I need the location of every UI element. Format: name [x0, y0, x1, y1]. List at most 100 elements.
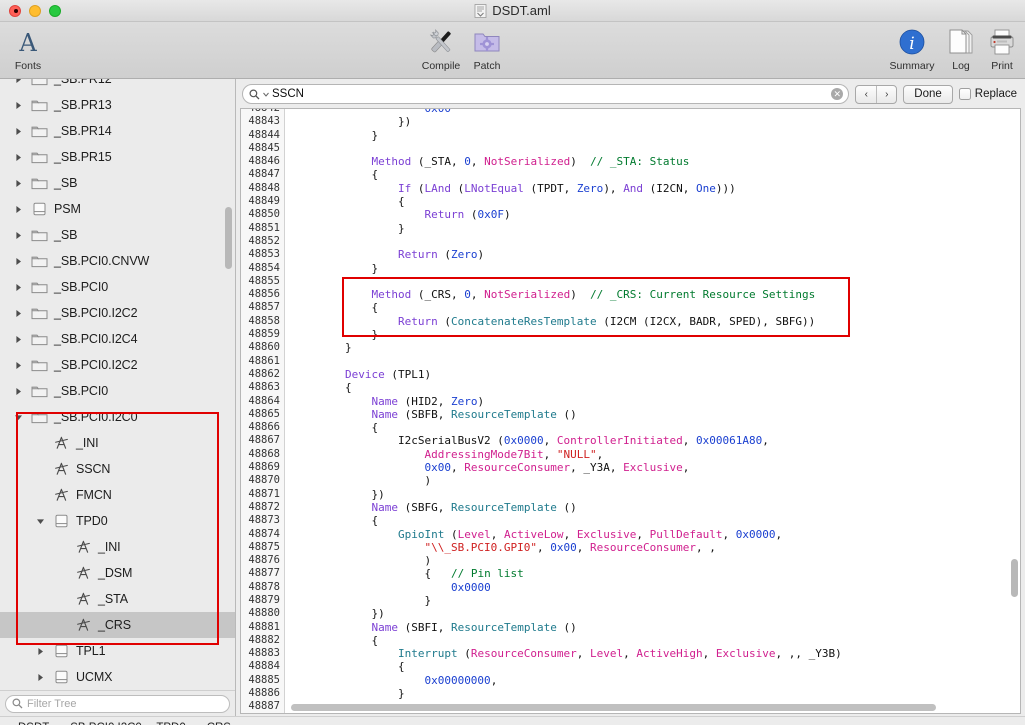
tree-item--sb-pr14[interactable]: _SB.PR14 [0, 118, 235, 144]
code-text: GpioInt (Level, ActiveLow, Exclusive, Pu… [397, 527, 783, 541]
tree-item-tpd0[interactable]: TPD0 [0, 508, 235, 534]
tree-item--sb-pci0-i2c2[interactable]: _SB.PCI0.I2C2 [0, 352, 235, 378]
code-text: }) [292, 487, 385, 501]
device-icon [33, 202, 46, 216]
code-text: Method (_STA, 0, NotSerialized) // _STA:… [371, 155, 690, 169]
tree-item--sb-pci0-i2c4[interactable]: _SB.PCI0.I2C4 [0, 326, 235, 352]
replace-checkbox[interactable] [958, 88, 971, 100]
tree-item--ini[interactable]: _INI [0, 430, 235, 456]
tree-twisty-collapsed[interactable] [12, 281, 25, 294]
line-number: 48880 [248, 607, 280, 620]
tree-twisty-collapsed[interactable] [12, 125, 25, 138]
line-number: 48869 [248, 461, 280, 474]
tree-twisty-collapsed[interactable] [12, 151, 25, 164]
tree-view[interactable]: _SB.PR12 _SB.PR13 _SB.PR14 _SB.PR15 _SB … [0, 79, 235, 690]
folder-icon [31, 412, 48, 424]
tree-item-label: TPD0 [76, 514, 108, 528]
folder-icon [31, 334, 48, 346]
fonts-button[interactable]: A Fonts [0, 26, 56, 72]
search-input[interactable]: SSCN ✕ [242, 84, 850, 104]
line-number: 48855 [248, 274, 280, 287]
tree-item-label: PSM [54, 202, 81, 216]
device-icon [55, 670, 68, 684]
code-line: 48869 0x00, ResourceConsumer, _Y3A, Excl… [241, 461, 1020, 474]
search-icon [12, 698, 23, 709]
tree-twisty-collapsed[interactable] [12, 229, 25, 242]
line-number: 48883 [248, 647, 280, 660]
minimize-button[interactable] [29, 4, 41, 17]
tree-item--dsm[interactable]: _DSM [0, 560, 235, 586]
tree-item--sta[interactable]: _STA [0, 586, 235, 612]
tree-twisty-collapsed[interactable] [12, 385, 25, 398]
line-number: 48871 [248, 487, 280, 500]
tree-twisty-collapsed[interactable] [12, 177, 25, 190]
tree-twisty-collapsed[interactable] [12, 359, 25, 372]
device-icon [55, 644, 68, 658]
close-button[interactable] [9, 4, 21, 17]
breadcrumb-item[interactable]: DSDT [18, 722, 49, 725]
replace-toggle[interactable]: Replace [958, 88, 1019, 100]
patch-button[interactable]: Patch [459, 26, 515, 72]
tree-item--sb-pr13[interactable]: _SB.PR13 [0, 92, 235, 118]
tree-item--sb[interactable]: _SB [0, 222, 235, 248]
code-line: 48866 { [241, 421, 1020, 434]
tree-item--crs[interactable]: _CRS [0, 612, 235, 638]
find-previous-button[interactable]: ‹ [856, 86, 876, 103]
code-text: Name (SBFB, ResourceTemplate () [371, 407, 577, 421]
code-text: Return (ConcatenateResTemplate (I2CM (I2… [397, 314, 816, 328]
done-button[interactable]: Done [903, 84, 953, 104]
tree-item--sb-pci0-i2c2[interactable]: _SB.PCI0.I2C2 [0, 300, 235, 326]
breadcrumb-item[interactable]: _SB.PCI0.I2C0 [64, 722, 142, 725]
breadcrumb-item[interactable]: _CRS [200, 722, 231, 725]
horizontal-scrollbar-thumb[interactable] [291, 704, 936, 711]
print-button[interactable]: Print [974, 26, 1025, 72]
tools-icon [425, 26, 457, 58]
tree-item-ucmx[interactable]: UCMX [0, 664, 235, 690]
tree-twisty-expanded[interactable] [34, 515, 47, 528]
clear-search-icon[interactable]: ✕ [831, 88, 844, 100]
tree-twisty-spacer [56, 567, 69, 580]
summary-button[interactable]: i Summary [884, 26, 940, 72]
tree-item--sb-pr12[interactable]: _SB.PR12 [0, 79, 235, 92]
line-number: 48885 [248, 673, 280, 686]
tree-item--sb-pci0-cnvw[interactable]: _SB.PCI0.CNVW [0, 248, 235, 274]
tree-twisty-spacer [56, 541, 69, 554]
line-number: 48844 [248, 128, 280, 141]
line-number: 48879 [248, 593, 280, 606]
vertical-scrollbar-thumb[interactable] [1011, 559, 1018, 597]
code-scroll-area[interactable]: 48842 0x0048843 })48844 }4884548846 Meth… [241, 109, 1020, 713]
breadcrumb-item[interactable]: TPD0 [156, 722, 185, 725]
code-editor[interactable]: 48842 0x0048843 })48844 }4884548846 Meth… [240, 108, 1021, 714]
tree-item--sb-pci0[interactable]: _SB.PCI0 [0, 378, 235, 404]
line-number: 48863 [248, 381, 280, 394]
tree-item-sscn[interactable]: SSCN [0, 456, 235, 482]
tree-twisty-collapsed[interactable] [12, 79, 25, 86]
tree-item-label: _SB.PCI0 [54, 384, 109, 398]
sidebar-scrollbar-thumb[interactable] [225, 207, 232, 269]
tree-twisty-collapsed[interactable] [12, 307, 25, 320]
tree-twisty-expanded[interactable] [12, 411, 25, 424]
tree-twisty-collapsed[interactable] [34, 671, 47, 684]
tree-item--sb-pci0-i2c0[interactable]: _SB.PCI0.I2C0 [0, 404, 235, 430]
tree-item-psm[interactable]: PSM [0, 196, 235, 222]
tree-twisty-collapsed[interactable] [34, 645, 47, 658]
code-line: 48846 Method (_STA, 0, NotSerialized) //… [241, 155, 1020, 168]
tree-twisty-collapsed[interactable] [12, 203, 25, 216]
fonts-label: Fonts [14, 60, 42, 72]
zoom-button[interactable] [49, 4, 61, 17]
tree-item--ini[interactable]: _INI [0, 534, 235, 560]
tree-item-label: _SB [54, 176, 78, 190]
tree-twisty-collapsed[interactable] [12, 99, 25, 112]
code-text: } [292, 328, 379, 342]
tree-item-fmcn[interactable]: FMCN [0, 482, 235, 508]
tree-item--sb-pci0[interactable]: _SB.PCI0 [0, 274, 235, 300]
tree-item--sb[interactable]: _SB [0, 170, 235, 196]
filter-tree-input[interactable]: Filter Tree [5, 694, 230, 713]
tree-item--sb-pr15[interactable]: _SB.PR15 [0, 144, 235, 170]
tree-twisty-collapsed[interactable] [12, 333, 25, 346]
chevron-down-icon[interactable] [263, 92, 269, 97]
find-next-button[interactable]: › [876, 85, 896, 103]
tree-twisty-collapsed[interactable] [12, 255, 25, 268]
tree-item-tpl1[interactable]: TPL1 [0, 638, 235, 664]
